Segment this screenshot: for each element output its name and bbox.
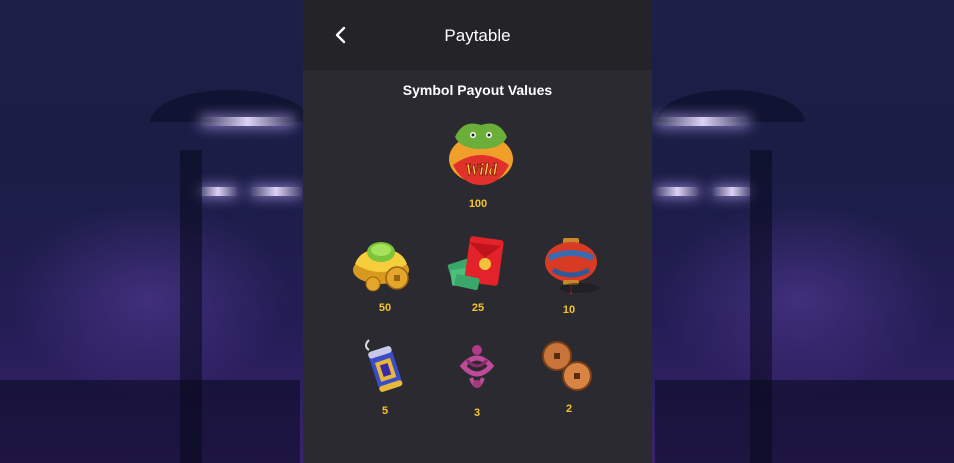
payout-value: 100 bbox=[468, 198, 488, 210]
payout-value: 50 bbox=[378, 302, 392, 314]
payout-value: 3 bbox=[473, 407, 481, 419]
payout-value: 2 bbox=[565, 403, 573, 415]
payout-value: 10 bbox=[562, 304, 576, 316]
page-title: Paytable bbox=[444, 26, 511, 45]
payout-value: 5 bbox=[381, 405, 389, 417]
dragon-wild-icon: Wild bbox=[443, 115, 519, 191]
header: Paytable bbox=[303, 0, 652, 70]
firecracker-icon bbox=[355, 336, 415, 398]
payout-value: 25 bbox=[471, 302, 485, 314]
red-envelope-icon bbox=[445, 232, 511, 294]
lantern-icon bbox=[539, 234, 605, 298]
coins-icon bbox=[539, 338, 599, 394]
chinese-knot-icon bbox=[447, 338, 507, 398]
svg-text:Wild: Wild bbox=[465, 160, 498, 179]
gold-ingot-icon bbox=[351, 230, 417, 292]
paytable-panel: Paytable Symbol Payout Values Wild 100 5… bbox=[303, 0, 652, 463]
section-title: Symbol Payout Values bbox=[402, 82, 553, 98]
